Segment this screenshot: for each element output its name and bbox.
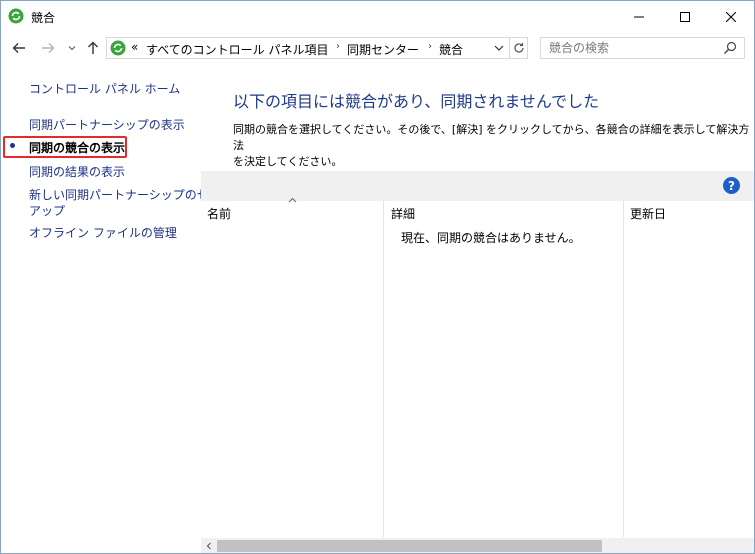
- breadcrumb-separator-icon[interactable]: ›: [428, 41, 432, 52]
- column-header-name[interactable]: 名前: [207, 205, 231, 222]
- sidebar-item-manage-offline-files[interactable]: オフライン ファイルの管理: [29, 225, 177, 241]
- back-button[interactable]: [9, 38, 29, 58]
- description-line2: を決定してください。: [233, 155, 343, 168]
- search-box[interactable]: [540, 37, 745, 59]
- close-icon: [726, 11, 736, 22]
- control-panel-window: 競合 « すべてのコントロール パネル項目 › 同期センター › 競合 競合の検…: [0, 0, 755, 554]
- toolbar-band: [201, 171, 754, 201]
- sync-center-icon: [110, 40, 126, 56]
- highlight-box: [3, 136, 127, 158]
- forward-arrow-icon: [42, 43, 55, 53]
- page-title: 以下の項目には競合があり、同期されませんでした: [233, 92, 600, 111]
- maximize-icon: [680, 11, 690, 22]
- search-icon[interactable]: [723, 41, 737, 55]
- close-button[interactable]: [708, 1, 754, 32]
- chevron-down-icon: [68, 46, 76, 51]
- up-arrow-icon: [88, 41, 98, 54]
- up-button[interactable]: [83, 38, 103, 58]
- empty-list-message: 現在、同期の競合はありません。: [401, 231, 581, 245]
- maximize-button[interactable]: [662, 1, 708, 32]
- scroll-left-button[interactable]: [202, 539, 216, 553]
- sync-center-icon: [8, 8, 24, 24]
- minimize-icon: [634, 16, 644, 17]
- chevron-left-icon: [206, 542, 211, 550]
- window-title: 競合: [31, 11, 56, 25]
- help-icon[interactable]: ?: [723, 177, 740, 194]
- breadcrumb-conflicts[interactable]: 競合: [439, 41, 463, 58]
- sidebar-item-view-partnerships[interactable]: 同期パートナーシップの表示: [29, 117, 185, 133]
- back-arrow-icon: [12, 43, 25, 53]
- forward-button[interactable]: [38, 38, 58, 58]
- sort-ascending-icon: [288, 197, 297, 203]
- page-description: 同期の競合を選択してください。その後で、[解決] をクリックしてから、各競合の詳…: [233, 122, 753, 170]
- breadcrumb-overflow[interactable]: «: [131, 40, 138, 54]
- address-bar[interactable]: « すべてのコントロール パネル項目 › 同期センター › 競合: [106, 37, 510, 59]
- chevron-down-icon[interactable]: [493, 41, 505, 55]
- description-line1: 同期の競合を選択してください。その後で、[解決] をクリックしてから、各競合の詳…: [233, 123, 750, 152]
- search-input[interactable]: [549, 41, 719, 55]
- title-bar: 競合: [1, 1, 754, 32]
- minimize-button[interactable]: [616, 1, 662, 32]
- column-divider[interactable]: [623, 201, 624, 537]
- sidebar-control-panel-home[interactable]: コントロール パネル ホーム: [29, 81, 180, 97]
- recent-locations-button[interactable]: [62, 38, 82, 58]
- refresh-icon: [513, 43, 524, 53]
- refresh-button[interactable]: [510, 37, 528, 59]
- column-header-modified[interactable]: 更新日: [630, 205, 666, 222]
- breadcrumb-all-items[interactable]: すべてのコントロール パネル項目: [146, 41, 329, 58]
- breadcrumb-sync-center[interactable]: 同期センター: [347, 41, 419, 58]
- column-divider[interactable]: [383, 201, 384, 537]
- scrollbar-thumb[interactable]: [217, 540, 602, 552]
- sidebar-item-view-results[interactable]: 同期の結果の表示: [29, 164, 125, 180]
- column-header-details[interactable]: 詳細: [391, 205, 415, 222]
- sidebar-item-setup-line2: アップ: [29, 204, 66, 218]
- breadcrumb-separator-icon[interactable]: ›: [336, 41, 340, 52]
